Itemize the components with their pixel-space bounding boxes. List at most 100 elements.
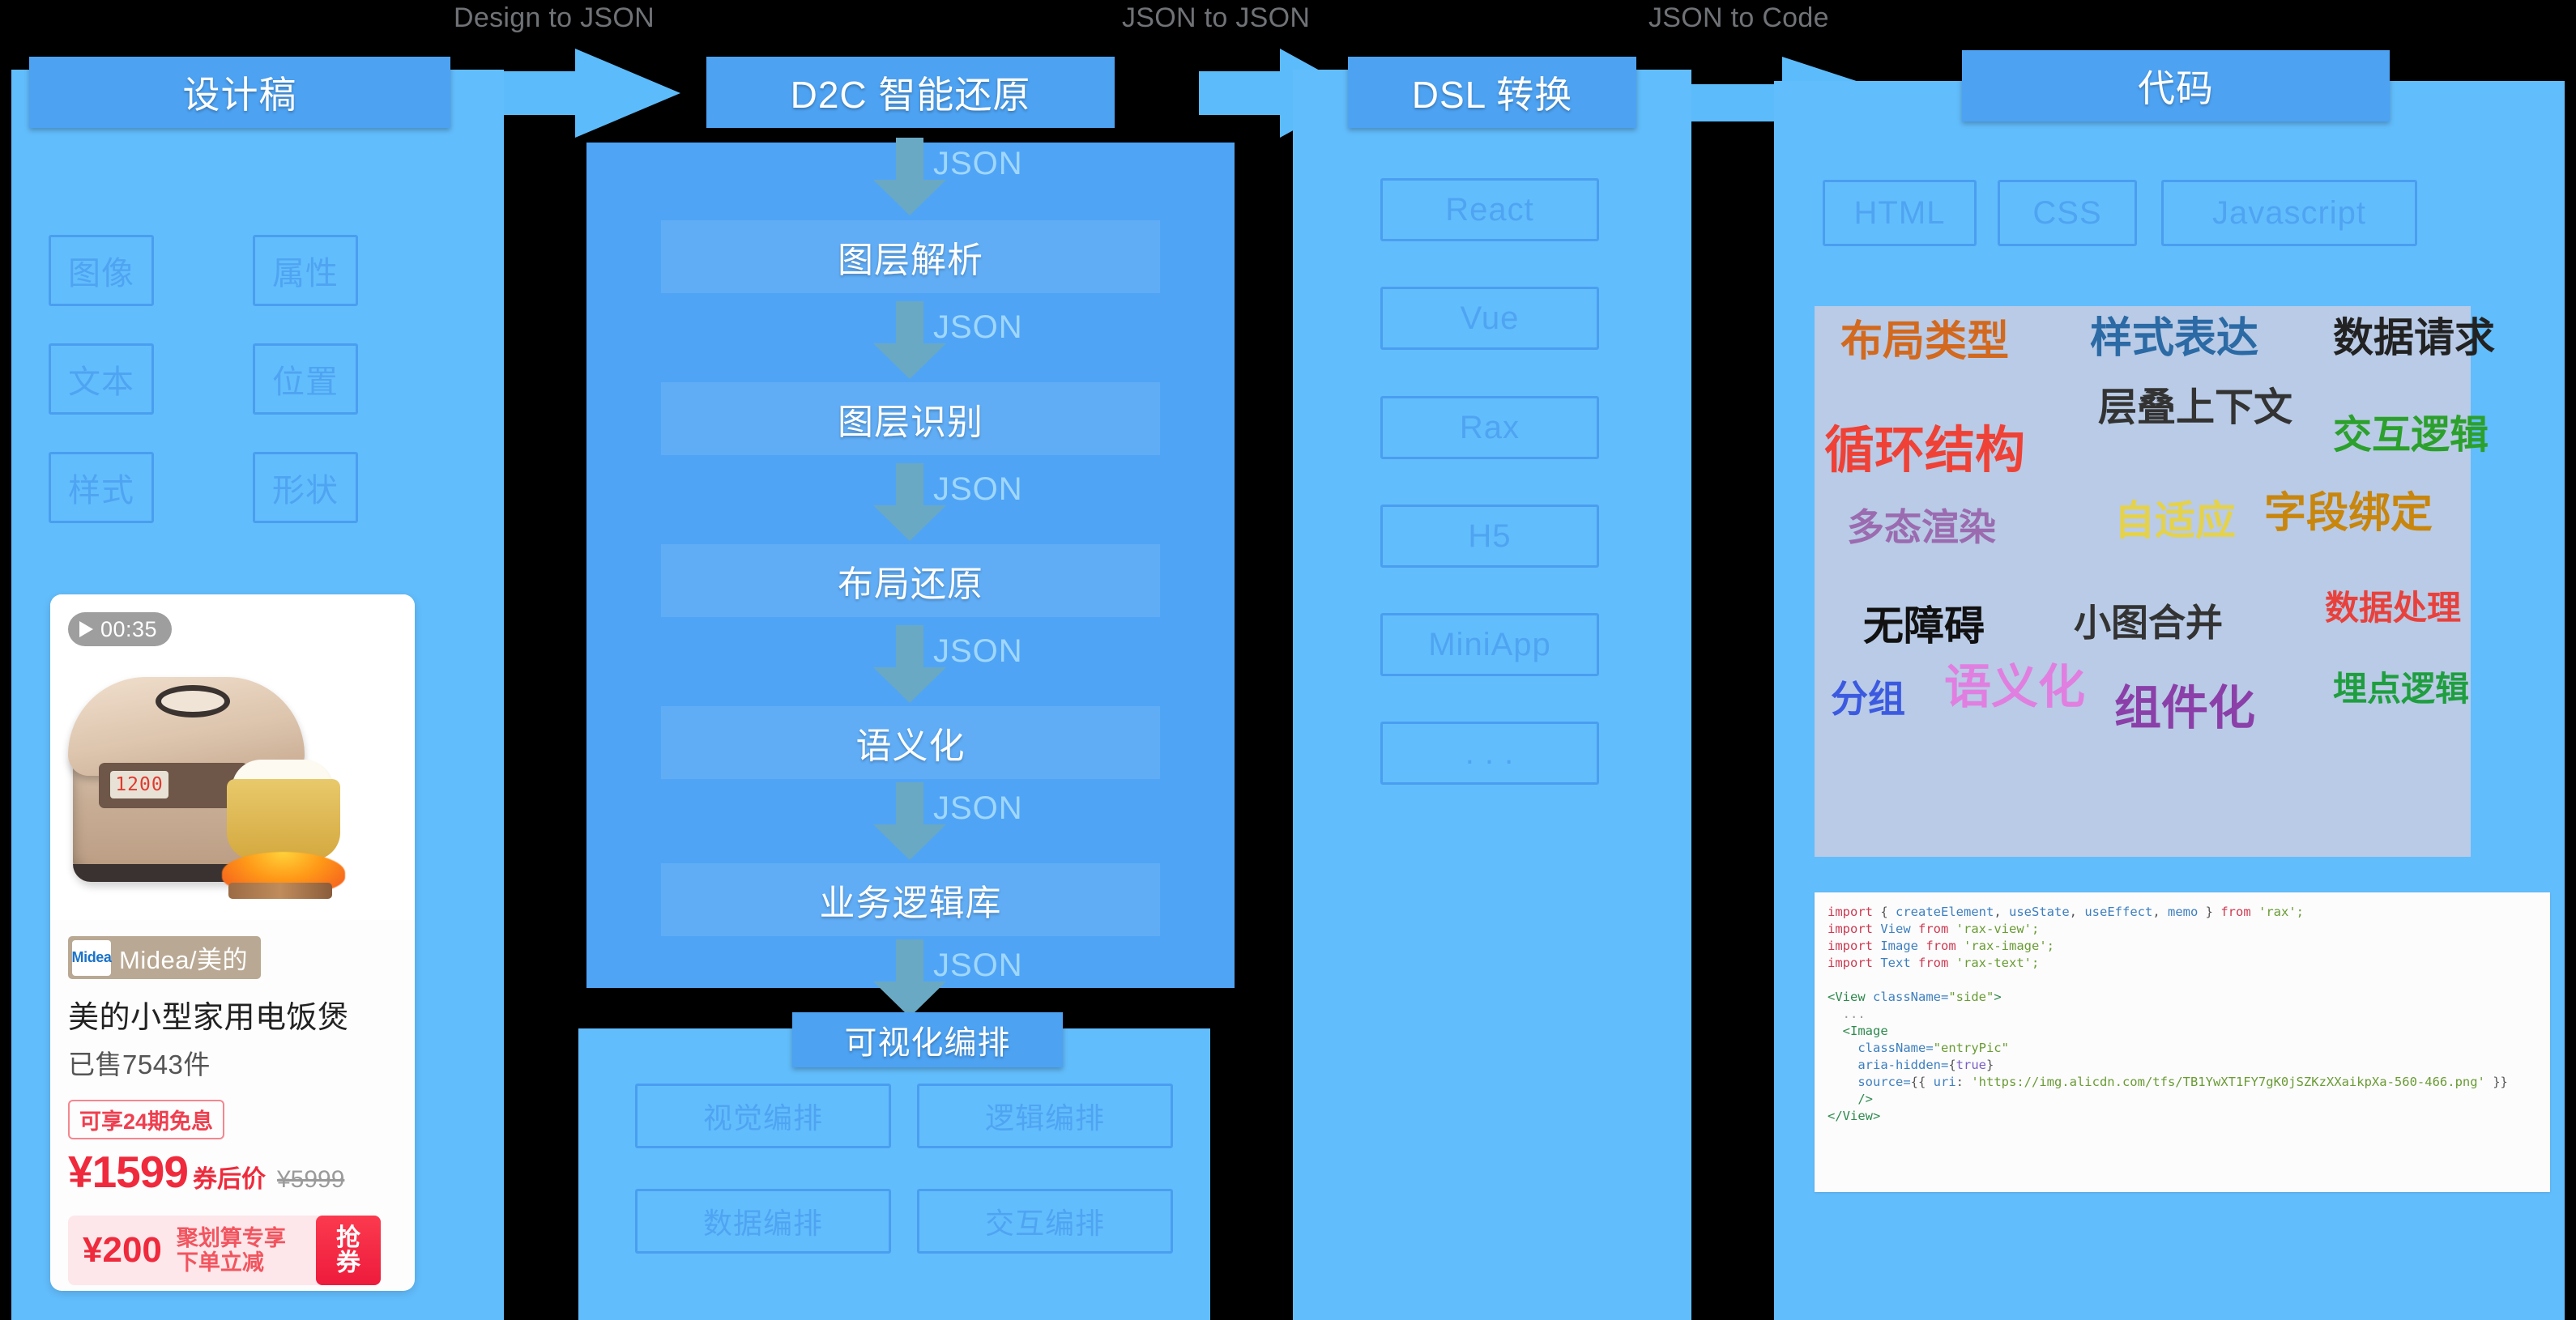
- dsl-target-rax[interactable]: Rax: [1380, 396, 1599, 459]
- brand-name-label: Midea/美的: [119, 946, 249, 974]
- flow-label-1: JSON to JSON: [1122, 2, 1311, 33]
- dsl-target-vue[interactable]: Vue: [1380, 287, 1599, 350]
- code-token: useState: [2009, 905, 2070, 919]
- pipeline-step-layout-restore[interactable]: 布局还原: [661, 544, 1160, 617]
- json-tag-5: JSON: [933, 790, 1023, 826]
- product-card[interactable]: 00:35 1200 Midea Midea/美的 美的小型家用电饭煲 已售75…: [50, 594, 415, 1291]
- panel-title-code: 代码: [1962, 50, 2390, 121]
- code-token: {{: [1910, 1075, 1934, 1089]
- panel-title-design-label: 设计稿: [182, 74, 297, 116]
- chip-label: 文本: [68, 364, 134, 400]
- orchestration-interaction[interactable]: 交互编排: [917, 1189, 1173, 1254]
- dsl-target-h5[interactable]: H5: [1380, 505, 1599, 568]
- chip-label: Javascript: [2211, 194, 2367, 231]
- chip-label: Vue: [1460, 300, 1520, 336]
- code-token: source=: [1828, 1075, 1911, 1089]
- word-cloud-term-4: 循环结构: [1824, 423, 2026, 479]
- chip-label: 图像: [68, 256, 134, 292]
- dsl-target-more[interactable]: . . .: [1380, 722, 1599, 785]
- price-row: ¥1599 券后价 ¥5999: [68, 1146, 415, 1198]
- word-cloud-term-5: 交互逻辑: [2333, 414, 2489, 457]
- code-token: memo: [2168, 905, 2199, 919]
- chip-label: 位置: [272, 364, 339, 400]
- chip-label: React: [1445, 191, 1534, 228]
- code-token: import: [1828, 956, 1873, 970]
- price-current: ¥1599: [68, 1147, 189, 1197]
- code-line: <View className="side">: [1828, 989, 2537, 1006]
- orchestration-logic[interactable]: 逻辑编排: [917, 1084, 1173, 1148]
- code-token: className=: [1873, 990, 1949, 1004]
- code-token: true: [1955, 1058, 1986, 1072]
- code-token: }: [2198, 905, 2221, 919]
- code-token: />: [1828, 1092, 1873, 1106]
- chip-label: 交互编排: [984, 1207, 1105, 1240]
- code-token: 'rax-text';: [1948, 956, 2040, 970]
- pipeline-step-layer-parse[interactable]: 图层解析: [661, 220, 1160, 293]
- code-line: </View>: [1828, 1108, 2537, 1125]
- step-label: 布局还原: [838, 564, 983, 604]
- code-token: ,: [2152, 905, 2168, 919]
- code-token: }}: [2484, 1075, 2508, 1089]
- design-element-position[interactable]: 位置: [253, 343, 358, 415]
- pipeline-step-business-logic[interactable]: 业务逻辑库: [661, 863, 1160, 936]
- panel-title-dsl-label: DSL 转换: [1411, 74, 1573, 116]
- claim-coupon-button[interactable]: 抢 券: [316, 1216, 381, 1285]
- chip-label: H5: [1468, 517, 1512, 554]
- design-element-text[interactable]: 文本: [49, 343, 154, 415]
- code-token: <View: [1828, 990, 1873, 1004]
- capability-word-cloud: 布局类型 样式表达 数据请求 层叠上下文 循环结构 交互逻辑 多态渲染 自适应 字段绑定 无障碍 小…: [1815, 306, 2495, 857]
- json-tag-4: JSON: [933, 633, 1023, 669]
- code-token: from: [1926, 939, 1956, 953]
- code-line: import Text from 'rax-text';: [1828, 955, 2537, 972]
- brand-badge: Midea Midea/美的: [68, 936, 262, 979]
- chip-label: 视觉编排: [702, 1101, 823, 1135]
- play-icon: [79, 621, 93, 637]
- panel-title-orchestration: 可视化编排: [792, 1012, 1063, 1067]
- product-sold-count: 已售7543件: [68, 1050, 211, 1079]
- panel-title-design: 设计稿: [29, 57, 450, 128]
- orchestration-data[interactable]: 数据编排: [635, 1189, 891, 1254]
- flow-label-2: JSON to Code: [1648, 2, 1829, 33]
- code-token: View: [1880, 922, 1911, 936]
- design-element-image[interactable]: 图像: [49, 235, 154, 306]
- panel-title-orchestration-label: 可视化编排: [844, 1025, 1011, 1061]
- word-cloud-term-12: 分组: [1831, 678, 1905, 720]
- chip-label: . . .: [1465, 735, 1515, 771]
- word-cloud-term-10: 小图合并: [2074, 602, 2223, 644]
- video-duration-label: 00:35: [100, 616, 158, 641]
- generated-code-block[interactable]: import { createElement, useState, useEff…: [1815, 892, 2550, 1192]
- dsl-target-react[interactable]: React: [1380, 178, 1599, 241]
- code-token: "entryPic": [1933, 1041, 2009, 1055]
- design-element-style[interactable]: 样式: [49, 452, 154, 523]
- orchestration-visual[interactable]: 视觉编排: [635, 1084, 891, 1148]
- design-element-attribute[interactable]: 属性: [253, 235, 358, 306]
- code-token: ,: [1994, 905, 2009, 919]
- word-cloud-term-11: 数据处理: [2325, 589, 2462, 627]
- design-element-shape[interactable]: 形状: [253, 452, 358, 523]
- chip-label: 逻辑编排: [984, 1101, 1105, 1135]
- word-cloud-term-9: 无障碍: [1863, 603, 1985, 649]
- price-original: ¥5999: [276, 1166, 345, 1193]
- word-cloud-term-0: 布局类型: [1840, 318, 2010, 365]
- code-token: className=: [1828, 1041, 1934, 1055]
- json-tag-6: JSON: [933, 947, 1023, 983]
- code-token: <Image: [1828, 1024, 1888, 1038]
- pipeline-step-layer-recognize[interactable]: 图层识别: [661, 382, 1160, 455]
- flow-label-0: Design to JSON: [454, 2, 655, 33]
- code-token: "side": [1948, 990, 1994, 1004]
- code-token: ...: [1828, 1007, 1866, 1021]
- code-lang-css[interactable]: CSS: [1998, 180, 2137, 246]
- coupon-amount: ¥200: [83, 1230, 162, 1270]
- code-line: source={{ uri: 'https://img.alicdn.com/t…: [1828, 1074, 2537, 1091]
- code-lang-javascript[interactable]: Javascript: [2161, 180, 2417, 246]
- code-lang-html[interactable]: HTML: [1823, 180, 1977, 246]
- panel-dsl: [1293, 70, 1691, 1320]
- pipeline-step-semantic[interactable]: 语义化: [661, 706, 1160, 779]
- dsl-target-miniapp[interactable]: MiniApp: [1380, 613, 1599, 676]
- midea-logo-icon: Midea: [72, 939, 112, 976]
- code-line: <Image: [1828, 1023, 2537, 1040]
- code-line: import View from 'rax-view';: [1828, 921, 2537, 938]
- coupon-banner[interactable]: ¥200 聚划算专享 下单立减 抢 券: [68, 1216, 381, 1285]
